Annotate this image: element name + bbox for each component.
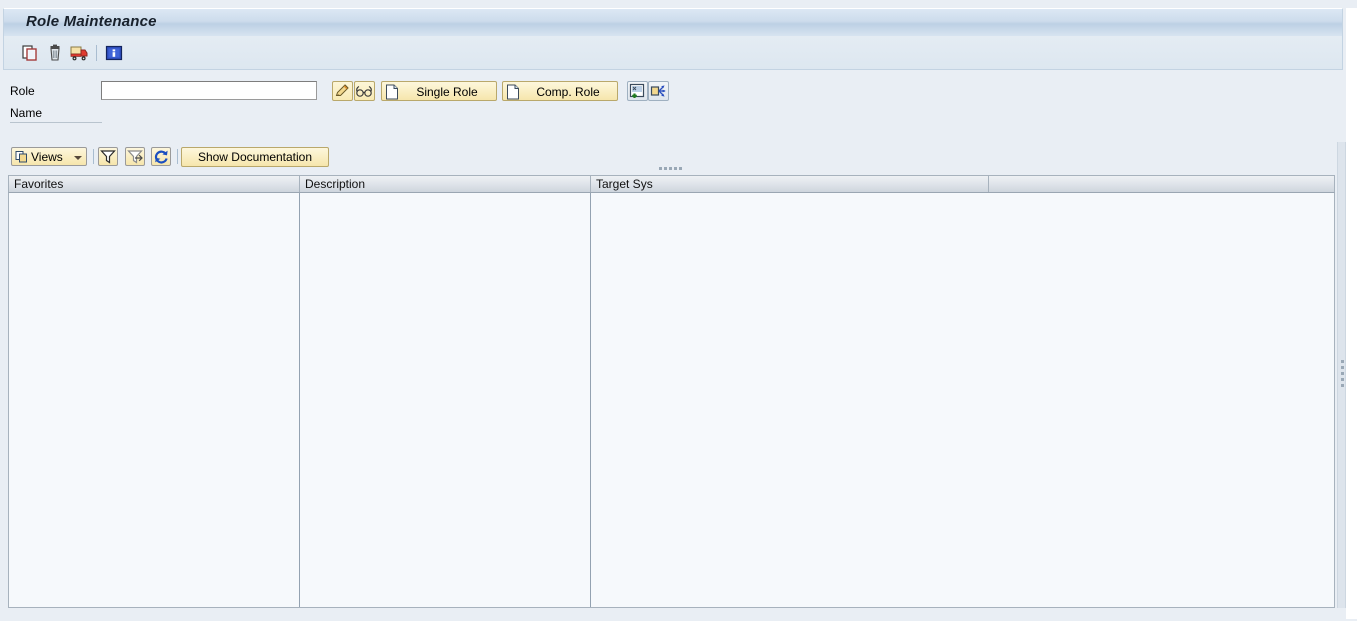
pencil-icon-svg — [335, 84, 349, 96]
table-column-header-blank[interactable] — [989, 176, 1334, 192]
transport-truck-icon[interactable] — [69, 43, 89, 63]
table-column-header-label: Favorites — [14, 177, 64, 191]
refresh-icon-svg — [154, 150, 168, 164]
toolbar-separator — [96, 45, 97, 61]
table-column-header-label: Description — [305, 177, 366, 191]
information-icon[interactable] — [104, 43, 124, 63]
refresh-icon[interactable] — [151, 147, 171, 166]
grip-dot — [674, 167, 677, 170]
page-title: Role Maintenance — [26, 13, 157, 30]
window-title-bar: Role Maintenance — [3, 8, 1343, 36]
grip-dot — [1341, 384, 1344, 387]
funnel-delete-icon-svg — [127, 150, 143, 164]
single-role-button[interactable]: Single Role — [381, 81, 497, 101]
table-header-row: Favorites Description Target Sys — [8, 175, 1335, 193]
table-column-header-label: Target Sys — [596, 177, 653, 191]
mass-generation-icon-svg — [629, 83, 645, 98]
document-composite-role-icon — [506, 84, 520, 100]
column-divider — [590, 193, 591, 607]
truck-icon-svg — [70, 46, 88, 61]
distribute-icon-svg — [650, 85, 666, 97]
main-icon-toolbar: © www.tutorialkart.com — [3, 36, 1343, 100]
views-toolbar-separator — [93, 149, 94, 164]
table-column-header-description[interactable]: Description — [300, 176, 591, 192]
views-icon — [15, 150, 29, 164]
delete-filter-icon[interactable] — [125, 147, 145, 166]
splitter-vertical[interactable] — [1337, 142, 1346, 608]
grip-dot — [659, 167, 662, 170]
trash-icon-svg — [50, 44, 60, 61]
grip-dot — [664, 167, 667, 170]
info-icon-svg — [105, 45, 123, 61]
role-favorites-table: Favorites Description Target Sys — [8, 175, 1335, 608]
name-value-field — [10, 122, 102, 123]
grip-dot — [669, 167, 672, 170]
composite-role-button-label: Comp. Role — [536, 85, 600, 99]
splitter-grip-vertical — [1341, 360, 1344, 390]
eyeglasses-display-icon[interactable] — [354, 81, 375, 101]
distribute-role-icon[interactable] — [648, 81, 669, 101]
delete-icon[interactable] — [45, 43, 65, 63]
filter-icon[interactable] — [98, 147, 118, 166]
splitter-grip-horizontal[interactable] — [659, 167, 687, 172]
chevron-down-icon — [74, 156, 82, 160]
table-column-header-favorites[interactable]: Favorites — [9, 176, 300, 192]
views-button-label: Views — [31, 150, 63, 164]
column-divider — [299, 193, 300, 607]
grip-dot — [1341, 360, 1344, 363]
grip-dot — [1341, 372, 1344, 375]
copy-icon[interactable] — [20, 43, 40, 63]
document-icon-svg — [386, 84, 398, 100]
eyeglasses-icon-svg — [356, 85, 372, 97]
document-icon-svg — [507, 84, 519, 100]
views-button[interactable]: Views — [11, 147, 87, 166]
views-icon-svg — [15, 151, 27, 163]
copy-icon-svg — [22, 45, 37, 61]
single-role-button-label: Single Role — [416, 85, 478, 99]
show-documentation-button[interactable]: Show Documentation — [181, 147, 329, 167]
grip-dot — [1341, 366, 1344, 369]
application-window: Role Maintenance Role Name Single Role C… — [0, 0, 1357, 621]
table-column-header-target_sys[interactable]: Target Sys — [591, 176, 989, 192]
funnel-icon-svg — [100, 150, 116, 164]
pencil-edit-icon[interactable] — [332, 81, 353, 101]
bottom-strip — [3, 608, 1343, 619]
role-label: Role — [10, 84, 35, 98]
composite-role-button[interactable]: Comp. Role — [502, 81, 618, 101]
role-input[interactable] — [101, 81, 317, 100]
name-label: Name — [10, 106, 43, 120]
right-edge-strip — [1346, 8, 1357, 619]
mass-generation-icon[interactable] — [627, 81, 648, 101]
document-single-role-icon — [385, 84, 399, 100]
grip-dot — [1341, 378, 1344, 381]
views-toolbar-separator-2 — [177, 149, 178, 164]
grip-dot — [679, 167, 682, 170]
role-selection-area — [3, 70, 1343, 133]
table-body[interactable] — [8, 193, 1335, 608]
show-documentation-label: Show Documentation — [197, 150, 313, 164]
